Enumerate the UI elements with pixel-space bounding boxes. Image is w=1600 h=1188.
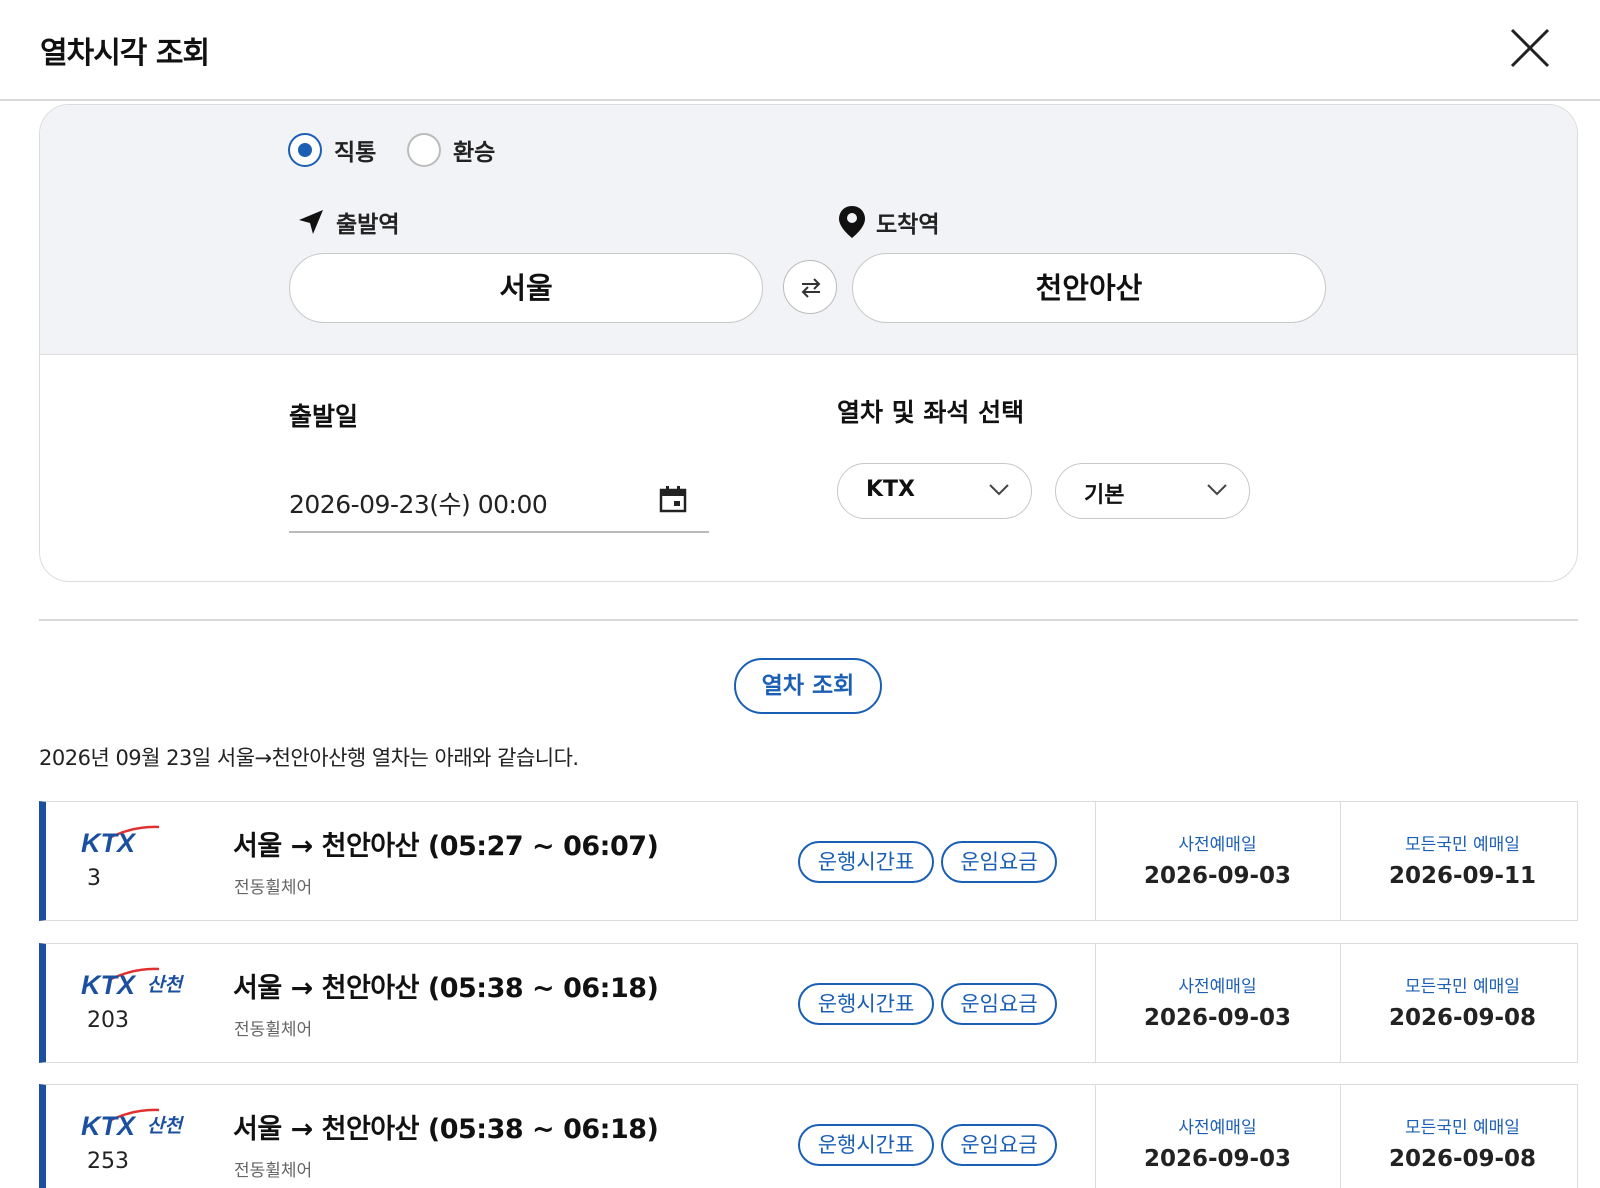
logo-main-text: KTX [81,828,137,856]
calendar-icon[interactable] [659,485,687,513]
fare-button[interactable]: 운임요금 [941,1124,1057,1166]
public-booking-column: 모든국민 예매일 2026-09-11 [1340,802,1585,920]
train-type-value: KTX [866,477,916,502]
public-booking-label: 모든국민 예매일 [1405,977,1520,997]
radio-circle [288,133,322,167]
advance-booking-column: 사전예매일 2026-09-03 [1095,802,1340,920]
chevron-down-icon [1207,484,1227,496]
advance-booking-label: 사전예매일 [1178,835,1257,855]
page-title: 열차시각 조회 [40,36,210,71]
search-panel: 직통 환승 출발역 도착역 서울 천안아산 출발일 열차 및 좌석 선택 202… [39,104,1578,582]
swap-stations-button[interactable] [783,260,837,314]
station-section: 직통 환승 출발역 도착역 서울 천안아산 [40,105,1577,355]
chevron-down-icon [989,484,1009,496]
location-pin-icon [839,206,865,238]
advance-booking-date: 2026-09-03 [1143,863,1292,889]
radio-label: 직통 [334,140,377,166]
ktx-sancheon-logo: KTX 산천 [81,967,184,998]
train-info: 전동휠체어 [234,1020,313,1040]
close-icon [1510,28,1550,68]
logo-main-text: KTX [81,970,137,998]
arrival-label: 도착역 [838,205,939,239]
advance-booking-label: 사전예매일 [1178,1118,1257,1138]
logo-sub-text: 산천 [147,974,184,996]
date-value: 2026-09-23(수) 00:00 [289,490,548,519]
train-number: 3 [87,866,101,891]
date-label: 출발일 [289,402,359,431]
train-number: 253 [87,1149,129,1174]
result-summary: 2026년 09월 23일 서울→천안아산행 열차는 아래와 같습니다. [39,746,579,770]
seat-type-select[interactable]: 기본 [1055,463,1250,519]
fare-button[interactable]: 운임요금 [941,841,1057,883]
train-query-button[interactable]: 열차 조회 [734,658,882,714]
public-booking-date: 2026-09-08 [1388,1146,1537,1172]
radio-transfer[interactable]: 환승 [407,133,495,167]
train-route: 서울 → 천안아산 (05:38 ~ 06:18) [233,1114,659,1145]
train-info: 전동휠체어 [234,878,313,898]
modal-header: 열차시각 조회 [0,0,1600,101]
train-info: 전동휠체어 [234,1161,313,1181]
close-button[interactable] [1508,26,1552,70]
departure-label-text: 출발역 [336,212,400,238]
section-divider [39,619,1578,621]
timetable-button[interactable]: 운행시간표 [798,983,934,1025]
timetable-button[interactable]: 운행시간표 [798,1124,934,1166]
date-input[interactable]: 2026-09-23(수) 00:00 [289,473,709,533]
train-result-row[interactable]: KTX 산천 203 서울 → 천안아산 (05:38 ~ 06:18) 전동휠… [39,943,1578,1063]
logo-main-text: KTX [81,1111,137,1139]
radio-circle [407,133,441,167]
advance-booking-column: 사전예매일 2026-09-03 [1095,944,1340,1062]
advance-booking-date: 2026-09-03 [1143,1005,1292,1031]
ktx-logo: KTX [81,825,160,856]
train-result-row[interactable]: KTX 산천 253 서울 → 천안아산 (05:38 ~ 06:18) 전동휠… [39,1084,1578,1188]
public-booking-date: 2026-09-08 [1388,1005,1537,1031]
advance-booking-date: 2026-09-03 [1143,1146,1292,1172]
advance-booking-label: 사전예매일 [1178,977,1257,997]
train-route: 서울 → 천안아산 (05:27 ~ 06:07) [233,831,659,862]
arrival-label-text: 도착역 [876,212,940,238]
radio-label: 환승 [453,140,496,166]
departure-label: 출발역 [296,205,399,239]
train-route: 서울 → 천안아산 (05:38 ~ 06:18) [233,973,659,1004]
train-type-select[interactable]: KTX [837,463,1032,519]
navigation-arrow-icon [299,210,323,234]
seat-type-value: 기본 [1084,483,1125,508]
public-booking-label: 모든국민 예매일 [1405,1118,1520,1138]
train-number: 203 [87,1008,129,1033]
swap-icon [801,278,821,298]
timetable-button[interactable]: 운행시간표 [798,841,934,883]
train-result-row[interactable]: KTX 3 서울 → 천안아산 (05:27 ~ 06:07) 전동휠체어 운행… [39,801,1578,921]
public-booking-label: 모든국민 예매일 [1405,835,1520,855]
advance-booking-column: 사전예매일 2026-09-03 [1095,1085,1340,1188]
train-seat-label: 열차 및 좌석 선택 [837,398,1025,427]
public-booking-column: 모든국민 예매일 2026-09-08 [1340,1085,1585,1188]
departure-station-input[interactable]: 서울 [289,253,763,323]
public-booking-column: 모든국민 예매일 2026-09-08 [1340,944,1585,1062]
arrival-station-input[interactable]: 천안아산 [852,253,1326,323]
logo-sub-text: 산천 [147,1115,184,1137]
radio-direct[interactable]: 직통 [288,133,376,167]
ktx-sancheon-logo: KTX 산천 [81,1108,184,1139]
public-booking-date: 2026-09-11 [1388,863,1537,889]
fare-button[interactable]: 운임요금 [941,983,1057,1025]
